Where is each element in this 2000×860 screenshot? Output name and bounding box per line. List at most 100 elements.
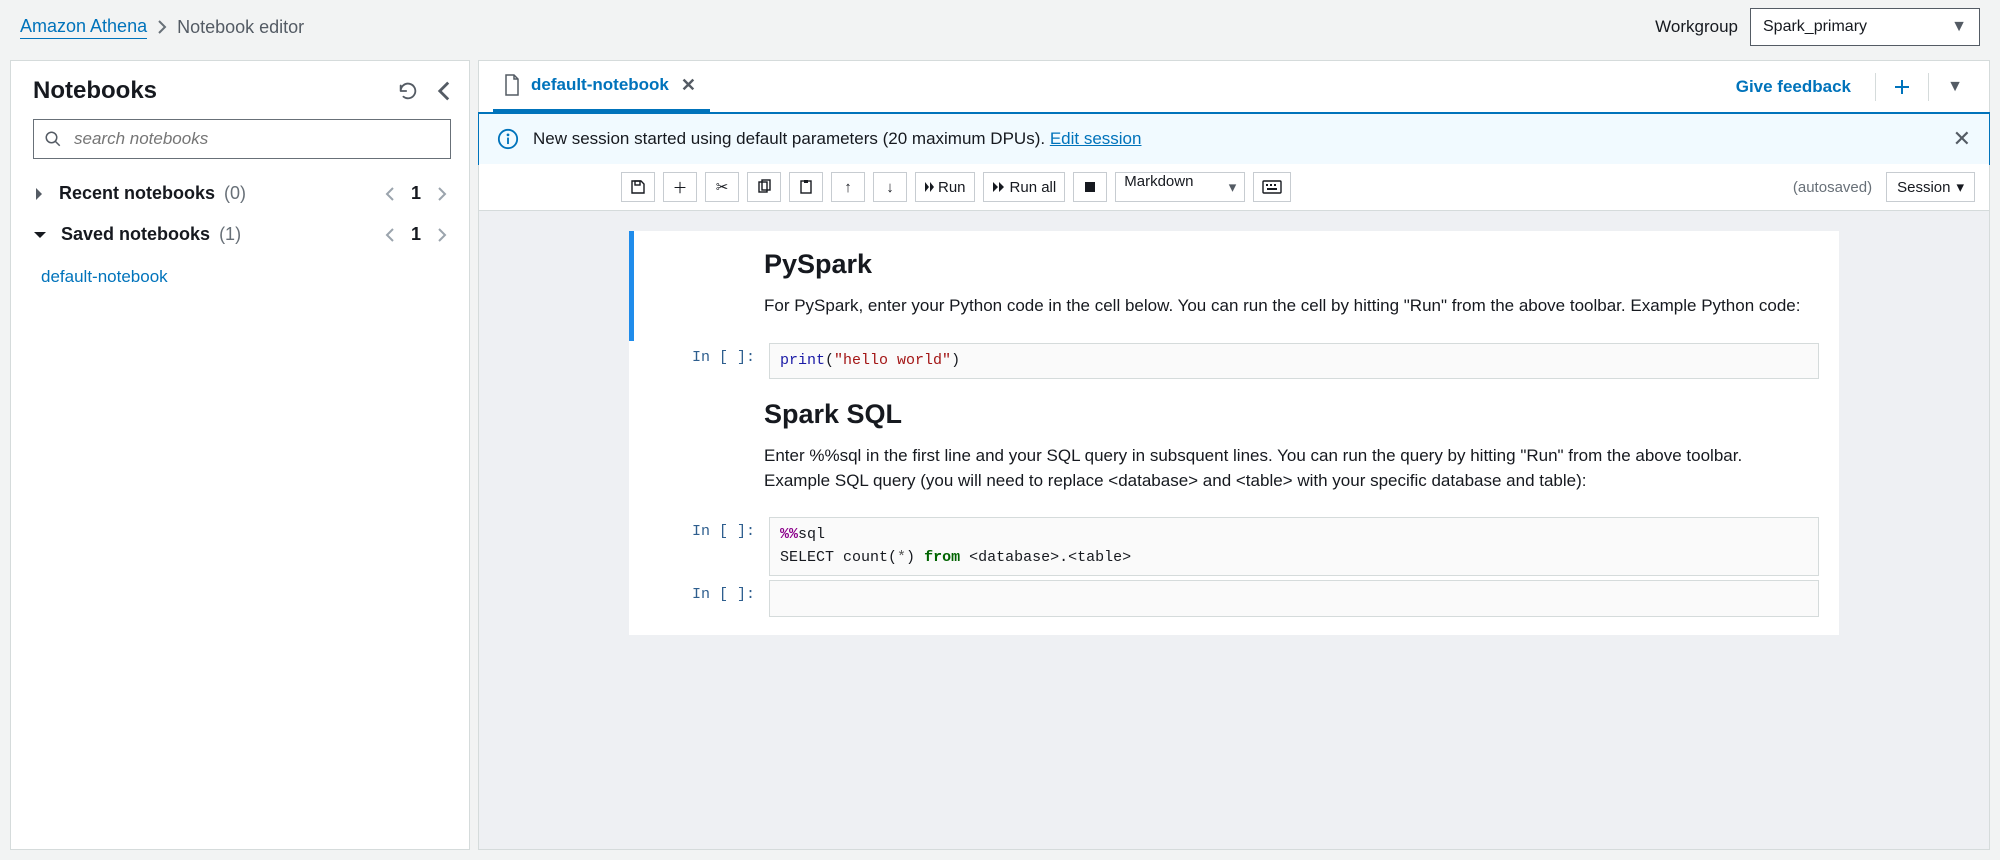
session-info-banner: New session started using default parame… xyxy=(478,112,1990,165)
code-editor[interactable]: print("hello world") xyxy=(769,343,1819,380)
arrow-down-icon: ↓ xyxy=(886,179,894,196)
sidebar-actions xyxy=(397,80,451,102)
keyboard-icon xyxy=(1262,180,1282,194)
cell-type-select[interactable]: Markdown xyxy=(1115,172,1245,202)
md-title: Spark SQL xyxy=(764,399,1809,430)
code-token: SELECT count( xyxy=(780,549,897,566)
notebook-toolbar: ＋ ✂ ↑ ↓ xyxy=(479,164,1989,211)
edit-session-link[interactable]: Edit session xyxy=(1050,129,1142,148)
add-cell-button[interactable]: ＋ xyxy=(663,172,697,202)
run-cell-button[interactable]: Run xyxy=(915,172,975,202)
code-token: %% xyxy=(780,526,798,543)
session-menu-button[interactable]: Session ▾ xyxy=(1886,172,1975,202)
collapse-sidebar-icon[interactable] xyxy=(437,80,451,102)
stop-icon xyxy=(1084,181,1096,193)
tab-menu-button[interactable]: ▼ xyxy=(1935,72,1975,102)
code-cell-3[interactable]: In [ ]: xyxy=(629,578,1839,635)
run-all-label: Run all xyxy=(1010,179,1057,196)
workgroup-selector: Workgroup Spark_primary ▼ xyxy=(1655,8,1980,46)
chevron-right-icon xyxy=(157,20,167,34)
code-prompt: In [ ]: xyxy=(649,517,769,540)
code-token: ) xyxy=(951,352,960,369)
info-icon xyxy=(497,128,519,150)
tab-strip: default-notebook ✕ Give feedback ▼ xyxy=(479,61,1989,113)
workgroup-label: Workgroup xyxy=(1655,17,1738,37)
paste-icon xyxy=(798,179,814,195)
notebook-item[interactable]: default-notebook xyxy=(41,261,447,293)
cell-type-value: Markdown xyxy=(1124,173,1193,190)
give-feedback-link[interactable]: Give feedback xyxy=(1718,77,1869,97)
code-prompt: In [ ]: xyxy=(649,580,769,603)
code-prompt: In [ ]: xyxy=(649,343,769,366)
arrow-up-icon: ↑ xyxy=(844,179,852,196)
scissors-icon: ✂ xyxy=(716,178,729,196)
page-prev-icon[interactable] xyxy=(385,228,395,242)
top-bar: Amazon Athena Notebook editor Workgroup … xyxy=(0,0,2000,60)
group-count: (1) xyxy=(219,224,241,244)
code-editor[interactable] xyxy=(769,580,1819,617)
divider xyxy=(1875,73,1876,101)
search-notebooks-input[interactable] xyxy=(72,128,440,150)
caret-down-icon: ▼ xyxy=(1951,18,1967,36)
group-label: Saved notebooks xyxy=(61,224,210,244)
breadcrumb-current: Notebook editor xyxy=(177,17,304,38)
code-cell-2[interactable]: In [ ]: %%sql SELECT count(*) from <data… xyxy=(629,515,1839,578)
sidebar-header: Notebooks xyxy=(11,61,469,115)
code-editor[interactable]: %%sql SELECT count(*) from <database>.<t… xyxy=(769,517,1819,576)
close-banner-icon[interactable]: ✕ xyxy=(1953,126,1971,152)
close-tab-icon[interactable]: ✕ xyxy=(681,75,696,96)
sidebar-title: Notebooks xyxy=(33,77,157,105)
save-icon xyxy=(630,179,646,195)
caret-down-icon: ▾ xyxy=(1956,178,1964,196)
sidebar-search[interactable] xyxy=(33,119,451,159)
keyboard-button[interactable] xyxy=(1253,172,1291,202)
refresh-icon[interactable] xyxy=(397,80,419,102)
breadcrumb-service-link[interactable]: Amazon Athena xyxy=(20,16,147,39)
search-icon xyxy=(44,130,62,148)
tab-label: default-notebook xyxy=(531,75,669,95)
move-cell-up-button[interactable]: ↑ xyxy=(831,172,865,202)
code-token: from xyxy=(924,549,960,566)
page-number: 1 xyxy=(411,224,421,245)
cut-cell-button[interactable]: ✂ xyxy=(705,172,739,202)
md-title: PySpark xyxy=(764,249,1809,280)
workgroup-select[interactable]: Spark_primary ▼ xyxy=(1750,8,1980,46)
md-body: For PySpark, enter your Python code in t… xyxy=(764,294,1809,319)
markdown-cell-sparksql[interactable]: Spark SQL Enter %%sql in the first line … xyxy=(629,381,1839,515)
caret-right-icon xyxy=(33,187,45,201)
group-count: (0) xyxy=(224,183,246,203)
notebook-area: ＋ ✂ ↑ ↓ xyxy=(479,164,1989,849)
tab-default-notebook[interactable]: default-notebook ✕ xyxy=(493,61,710,112)
move-cell-down-button[interactable]: ↓ xyxy=(873,172,907,202)
content-panel: default-notebook ✕ Give feedback ▼ xyxy=(478,60,1990,850)
run-all-button[interactable]: Run all xyxy=(983,172,1066,202)
page-prev-icon[interactable] xyxy=(385,187,395,201)
page-next-icon[interactable] xyxy=(437,228,447,242)
copy-cell-button[interactable] xyxy=(747,172,781,202)
page-next-icon[interactable] xyxy=(437,187,447,201)
code-token: ( xyxy=(825,352,834,369)
plus-icon: ＋ xyxy=(672,177,687,198)
markdown-cell-pyspark[interactable]: PySpark For PySpark, enter your Python c… xyxy=(629,231,1839,341)
code-token: ) xyxy=(906,549,924,566)
save-button[interactable] xyxy=(621,172,655,202)
autosaved-label: (autosaved) xyxy=(1793,179,1872,196)
sidebar-search-wrap xyxy=(11,115,469,173)
divider xyxy=(1928,73,1929,101)
sidebar: Notebooks xyxy=(10,60,470,850)
code-token: sql xyxy=(798,526,825,543)
code-token: <database>.<table> xyxy=(960,549,1131,566)
stop-kernel-button[interactable] xyxy=(1073,172,1107,202)
group-saved-notebooks[interactable]: Saved notebooks (1) 1 xyxy=(11,214,469,255)
add-tab-button[interactable] xyxy=(1882,72,1922,102)
breadcrumb: Amazon Athena Notebook editor xyxy=(20,16,304,39)
code-cell-1[interactable]: In [ ]: print("hello world") xyxy=(629,341,1839,382)
code-token: "hello world" xyxy=(834,352,951,369)
group-label: Recent notebooks xyxy=(59,183,215,203)
paste-cell-button[interactable] xyxy=(789,172,823,202)
fast-forward-icon xyxy=(992,181,1006,193)
main-area: Notebooks xyxy=(0,60,2000,860)
notebook-page: PySpark For PySpark, enter your Python c… xyxy=(629,231,1839,635)
group-recent-notebooks[interactable]: Recent notebooks (0) 1 xyxy=(11,173,469,214)
copy-icon xyxy=(756,179,772,195)
